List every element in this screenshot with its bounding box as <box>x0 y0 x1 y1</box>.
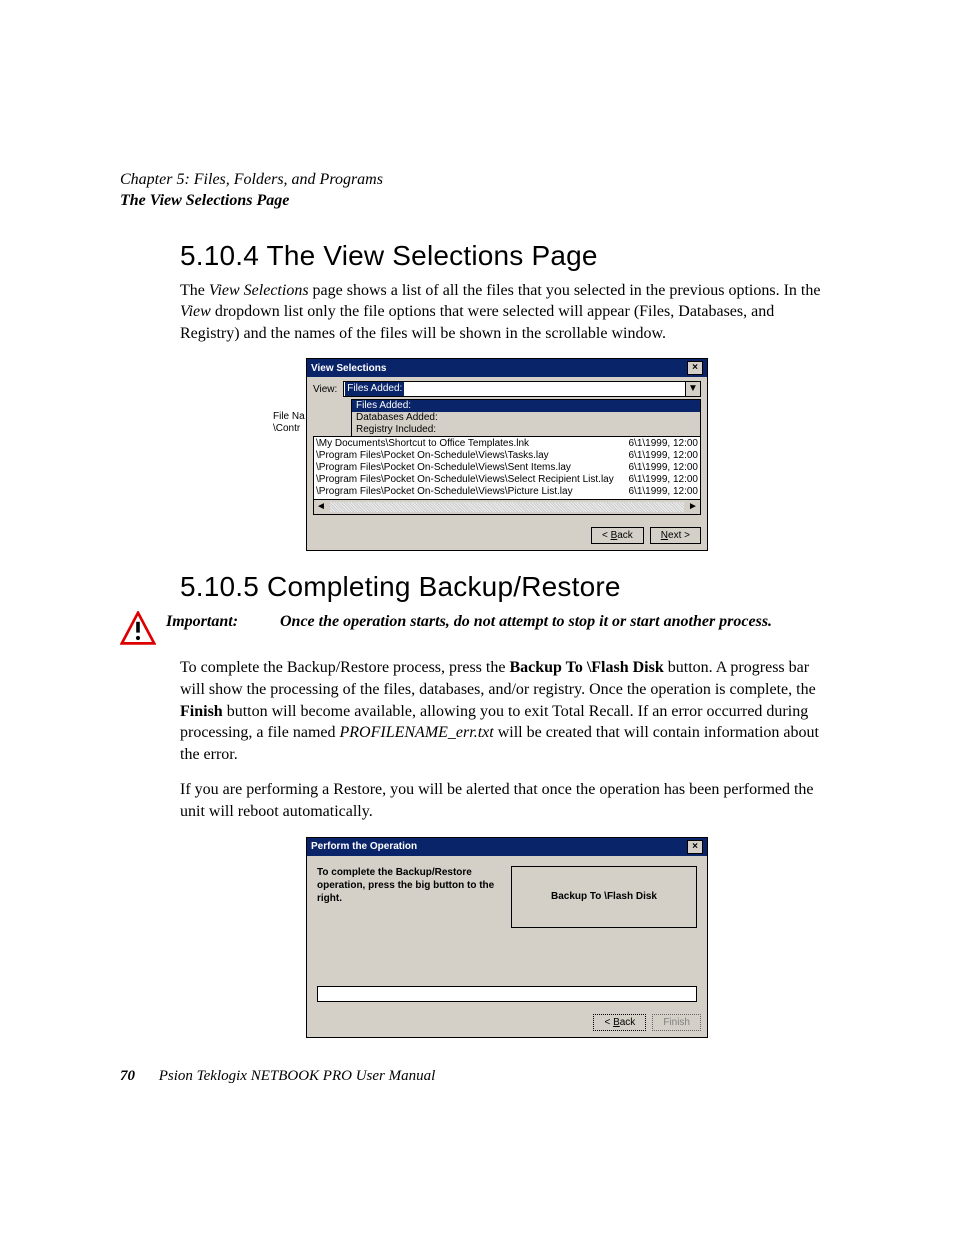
finish-button: Finish <box>652 1014 701 1031</box>
para-view-selections: The View Selections page shows a list of… <box>180 280 834 345</box>
close-icon[interactable]: × <box>687 840 703 854</box>
dropdown-option[interactable]: Registry Included: <box>352 424 700 436</box>
para-restore: If you are performing a Restore, you wil… <box>180 779 834 822</box>
close-icon[interactable]: × <box>687 361 703 375</box>
dialog-title: View Selections <box>311 363 386 374</box>
section-line: The View Selections Page <box>120 191 834 212</box>
dialog-title: Perform the Operation <box>311 841 417 852</box>
backup-to-flash-disk-button[interactable]: Backup To \Flash Disk <box>511 866 697 928</box>
chapter-line: Chapter 5: Files, Folders, and Programs <box>120 170 834 191</box>
list-item: \My Documents\Shortcut to Office Templat… <box>316 438 698 450</box>
heading-5-10-4: 5.10.4 The View Selections Page <box>180 240 834 272</box>
important-note: Important: Once the operation starts, do… <box>166 611 772 633</box>
progress-bar <box>317 986 697 1002</box>
list-item: \Program Files\Pocket On-Schedule\Views\… <box>316 474 698 486</box>
chevron-down-icon[interactable]: ▼ <box>685 382 700 396</box>
page-number: 70 <box>120 1068 135 1084</box>
view-dropdown[interactable]: Files Added: ▼ <box>343 381 701 397</box>
dropdown-option[interactable]: Databases Added: <box>352 412 700 424</box>
warning-icon <box>120 611 156 647</box>
para-complete: To complete the Backup/Restore process, … <box>180 657 834 765</box>
book-title: Psion Teklogix NETBOOK PRO User Manual <box>159 1068 436 1084</box>
dialog-titlebar: View Selections × <box>307 359 707 377</box>
view-dropdown-list[interactable]: Files Added: Databases Added: Registry I… <box>351 399 701 437</box>
dropdown-option[interactable]: Files Added: <box>352 400 700 412</box>
horizontal-scrollbar[interactable]: ◄ ► <box>313 499 701 515</box>
running-header: Chapter 5: Files, Folders, and Programs … <box>120 170 834 212</box>
scroll-right-icon[interactable]: ► <box>686 500 700 514</box>
next-button[interactable]: Next > <box>650 527 701 544</box>
file-list[interactable]: \My Documents\Shortcut to Office Templat… <box>313 436 701 500</box>
list-item: \Program Files\Pocket On-Schedule\Views\… <box>316 486 698 498</box>
perform-operation-dialog: Perform the Operation × To complete the … <box>306 837 708 1038</box>
instruction-text: To complete the Backup/Restore operation… <box>317 866 501 976</box>
dialog-titlebar: Perform the Operation × <box>307 838 707 856</box>
view-dropdown-selected: Files Added: <box>345 382 404 396</box>
page-footer: 70 Psion Teklogix NETBOOK PRO User Manua… <box>120 1068 834 1085</box>
view-label: View: <box>313 384 337 395</box>
back-button[interactable]: < Back <box>591 527 644 544</box>
column-hint: File Na <box>273 411 305 422</box>
column-hint: \Contr <box>273 423 300 434</box>
heading-5-10-5: 5.10.5 Completing Backup/Restore <box>180 571 834 603</box>
scroll-left-icon[interactable]: ◄ <box>314 500 328 514</box>
list-item: \Program Files\Pocket On-Schedule\Views\… <box>316 462 698 474</box>
back-button[interactable]: < Back <box>593 1014 646 1031</box>
view-selections-dialog: View Selections × View: Files Added: ▼ F… <box>306 358 708 551</box>
scroll-thumb[interactable] <box>330 502 684 512</box>
list-item: \Program Files\Pocket On-Schedule\Views\… <box>316 450 698 462</box>
